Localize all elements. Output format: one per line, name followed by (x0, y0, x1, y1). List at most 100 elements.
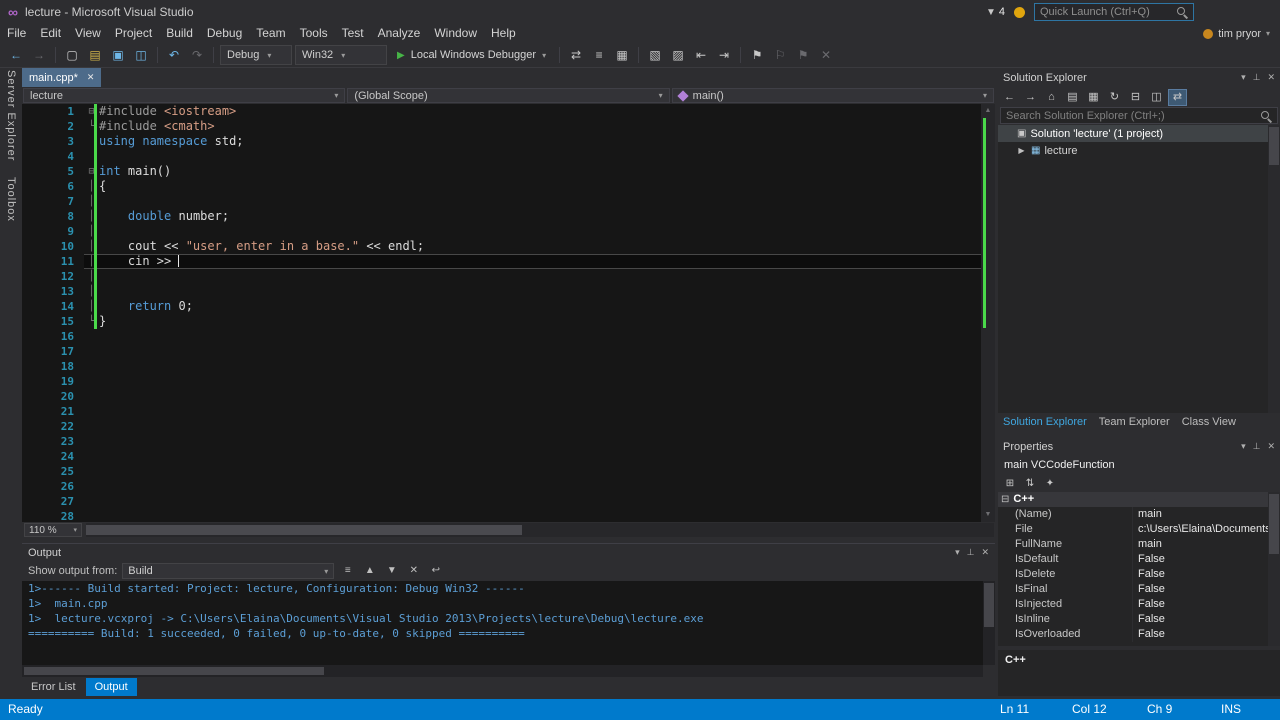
navigate-forward-icon[interactable]: → (29, 45, 49, 65)
scroll-down-icon[interactable]: ▼ (981, 508, 995, 522)
menu-item-test[interactable]: Test (335, 24, 371, 43)
property-row-fullname[interactable]: FullName main (998, 537, 1268, 552)
zoom-dropdown[interactable]: 110 % ▾ (24, 523, 82, 537)
code-line-28[interactable]: 28 (22, 509, 981, 522)
menu-item-team[interactable]: Team (249, 24, 292, 43)
toolbox-tab[interactable]: Toolbox (5, 177, 17, 222)
code-line-5[interactable]: 5 ⊟ int main() (22, 164, 981, 179)
solution-platform-dropdown[interactable]: Win32 ▾ (295, 45, 387, 65)
code-line-3[interactable]: 3 using namespace std; (22, 134, 981, 149)
code-line-27[interactable]: 27 (22, 494, 981, 509)
code-line-20[interactable]: 20 (22, 389, 981, 404)
start-debugging-button[interactable]: ▶ Local Windows Debugger ▾ (390, 45, 553, 65)
code-line-17[interactable]: 17 (22, 344, 981, 359)
back-icon[interactable]: ← (1000, 89, 1019, 106)
code-line-23[interactable]: 23 (22, 434, 981, 449)
next-message-icon[interactable]: ▼ (383, 563, 400, 579)
pin-icon[interactable]: ⊥ (1253, 441, 1261, 452)
menu-item-analyze[interactable]: Analyze (371, 24, 428, 43)
pin-icon[interactable]: ⊥ (1253, 72, 1261, 83)
code-line-9[interactable]: 9 │ (22, 224, 981, 239)
window-position-icon[interactable]: ▾ (1241, 72, 1246, 83)
close-icon[interactable]: ✕ (981, 547, 989, 558)
code-line-26[interactable]: 26 (22, 479, 981, 494)
scroll-up-icon[interactable]: ▲ (981, 104, 995, 118)
code-line-24[interactable]: 24 (22, 449, 981, 464)
code-line-15[interactable]: 15 └} (22, 314, 981, 329)
tree-item-solution-lecture-1-project[interactable]: ▣ Solution 'lecture' (1 project) (998, 125, 1280, 142)
properties-icon[interactable]: ▤ (1063, 89, 1082, 106)
code-line-13[interactable]: 13 │ (22, 284, 981, 299)
collapse-all-icon[interactable]: ⊟ (1126, 89, 1145, 106)
property-pages-icon[interactable]: ✦ (1041, 476, 1059, 492)
code-line-11[interactable]: 11 │ cin >> (22, 254, 981, 269)
next-bookmark-icon[interactable]: ⚑ (793, 45, 813, 65)
open-file-icon[interactable]: ▤ (85, 45, 105, 65)
menu-item-build[interactable]: Build (159, 24, 200, 43)
menu-item-window[interactable]: Window (427, 24, 484, 43)
undo-icon[interactable]: ↶ (164, 45, 184, 65)
show-all-files-icon[interactable]: ▦ (1084, 89, 1103, 106)
menu-item-project[interactable]: Project (108, 24, 159, 43)
solution-explorer-search-input[interactable]: Search Solution Explorer (Ctrl+;) (1000, 107, 1278, 124)
code-line-18[interactable]: 18 (22, 359, 981, 374)
output-horizontal-scrollbar[interactable] (22, 665, 983, 677)
word-wrap-icon[interactable]: ↩ (427, 563, 444, 579)
close-icon[interactable]: ✕ (87, 72, 95, 83)
menu-item-file[interactable]: File (0, 24, 33, 43)
tab-class-view[interactable]: Class View (1182, 416, 1236, 428)
tab-team-explorer[interactable]: Team Explorer (1099, 416, 1170, 428)
tab-solution-explorer[interactable]: Solution Explorer (1003, 416, 1087, 428)
window-position-icon[interactable]: ▾ (955, 547, 960, 558)
home-icon[interactable]: ⌂ (1042, 89, 1061, 106)
save-icon[interactable]: ▣ (108, 45, 128, 65)
output-vertical-scrollbar[interactable] (983, 581, 995, 665)
property-row-name[interactable]: (Name) main (998, 507, 1268, 522)
previous-bookmark-icon[interactable]: ⚐ (770, 45, 790, 65)
scope-dropdown[interactable]: (Global Scope) ▾ (347, 88, 670, 103)
member-dropdown[interactable]: main() ▾ (671, 88, 994, 103)
redo-icon[interactable]: ↷ (187, 45, 207, 65)
property-row-isdelete[interactable]: IsDelete False (998, 567, 1268, 582)
code-line-4[interactable]: 4 (22, 149, 981, 164)
code-editor[interactable]: 1 ⊟ #include <iostream> 2 └ #include <cmath> 3… (22, 104, 995, 522)
solution-configuration-dropdown[interactable]: Debug ▾ (220, 45, 292, 65)
property-row-isoverloaded[interactable]: IsOverloaded False (998, 627, 1268, 642)
scrollbar-thumb[interactable] (1269, 127, 1279, 165)
properties-object-selector[interactable]: main VCCodeFunction (998, 456, 1280, 474)
menu-item-help[interactable]: Help (484, 24, 523, 43)
increase-indent-icon[interactable]: ⇥ (714, 45, 734, 65)
forward-icon[interactable]: → (1021, 89, 1040, 106)
quick-launch-box[interactable]: Quick Launch (Ctrl+Q) (1034, 3, 1194, 21)
property-row-isdefault[interactable]: IsDefault False (998, 552, 1268, 567)
property-row-isinline[interactable]: IsInline False (998, 612, 1268, 627)
navigate-back-icon[interactable]: ← (6, 45, 26, 65)
clear-all-icon[interactable]: ✕ (405, 563, 422, 579)
window-position-icon[interactable]: ▾ (1241, 441, 1246, 452)
code-line-22[interactable]: 22 (22, 419, 981, 434)
comment-icon[interactable]: ▧ (645, 45, 665, 65)
clear-bookmarks-icon[interactable]: ✕ (816, 45, 836, 65)
scrollbar-track[interactable] (981, 118, 995, 508)
server-explorer-tab[interactable]: Server Explorer (5, 70, 17, 161)
toggle-bookmark-icon[interactable]: ⚑ (747, 45, 767, 65)
uncomment-icon[interactable]: ▨ (668, 45, 688, 65)
code-line-10[interactable]: 10 │ cout << "user, enter in a base." << … (22, 239, 981, 254)
project-dropdown[interactable]: lecture ▾ (23, 88, 346, 103)
tab-main-cpp[interactable]: main.cpp* ✕ (22, 68, 102, 87)
menu-item-edit[interactable]: Edit (33, 24, 68, 43)
pin-icon[interactable]: ⊥ (967, 547, 975, 558)
previous-message-icon[interactable]: ▲ (361, 563, 378, 579)
scrollbar-thumb[interactable] (86, 525, 522, 535)
close-icon[interactable]: ✕ (1267, 72, 1275, 83)
tree-item-lecture[interactable]: ▶ ▦ lecture (998, 142, 1280, 159)
pending-changes-filter-icon[interactable]: ◫ (1147, 89, 1166, 106)
code-line-19[interactable]: 19 (22, 374, 981, 389)
expander-icon[interactable]: ▶ (1016, 146, 1027, 155)
code-line-25[interactable]: 25 (22, 464, 981, 479)
show-threads-icon[interactable]: ≡ (589, 45, 609, 65)
property-row-isinjected[interactable]: IsInjected False (998, 597, 1268, 612)
attach-to-process-icon[interactable]: ⇄ (566, 45, 586, 65)
sync-with-active-document-icon[interactable]: ⇄ (1168, 88, 1187, 106)
scrollbar-thumb[interactable] (1269, 494, 1279, 554)
